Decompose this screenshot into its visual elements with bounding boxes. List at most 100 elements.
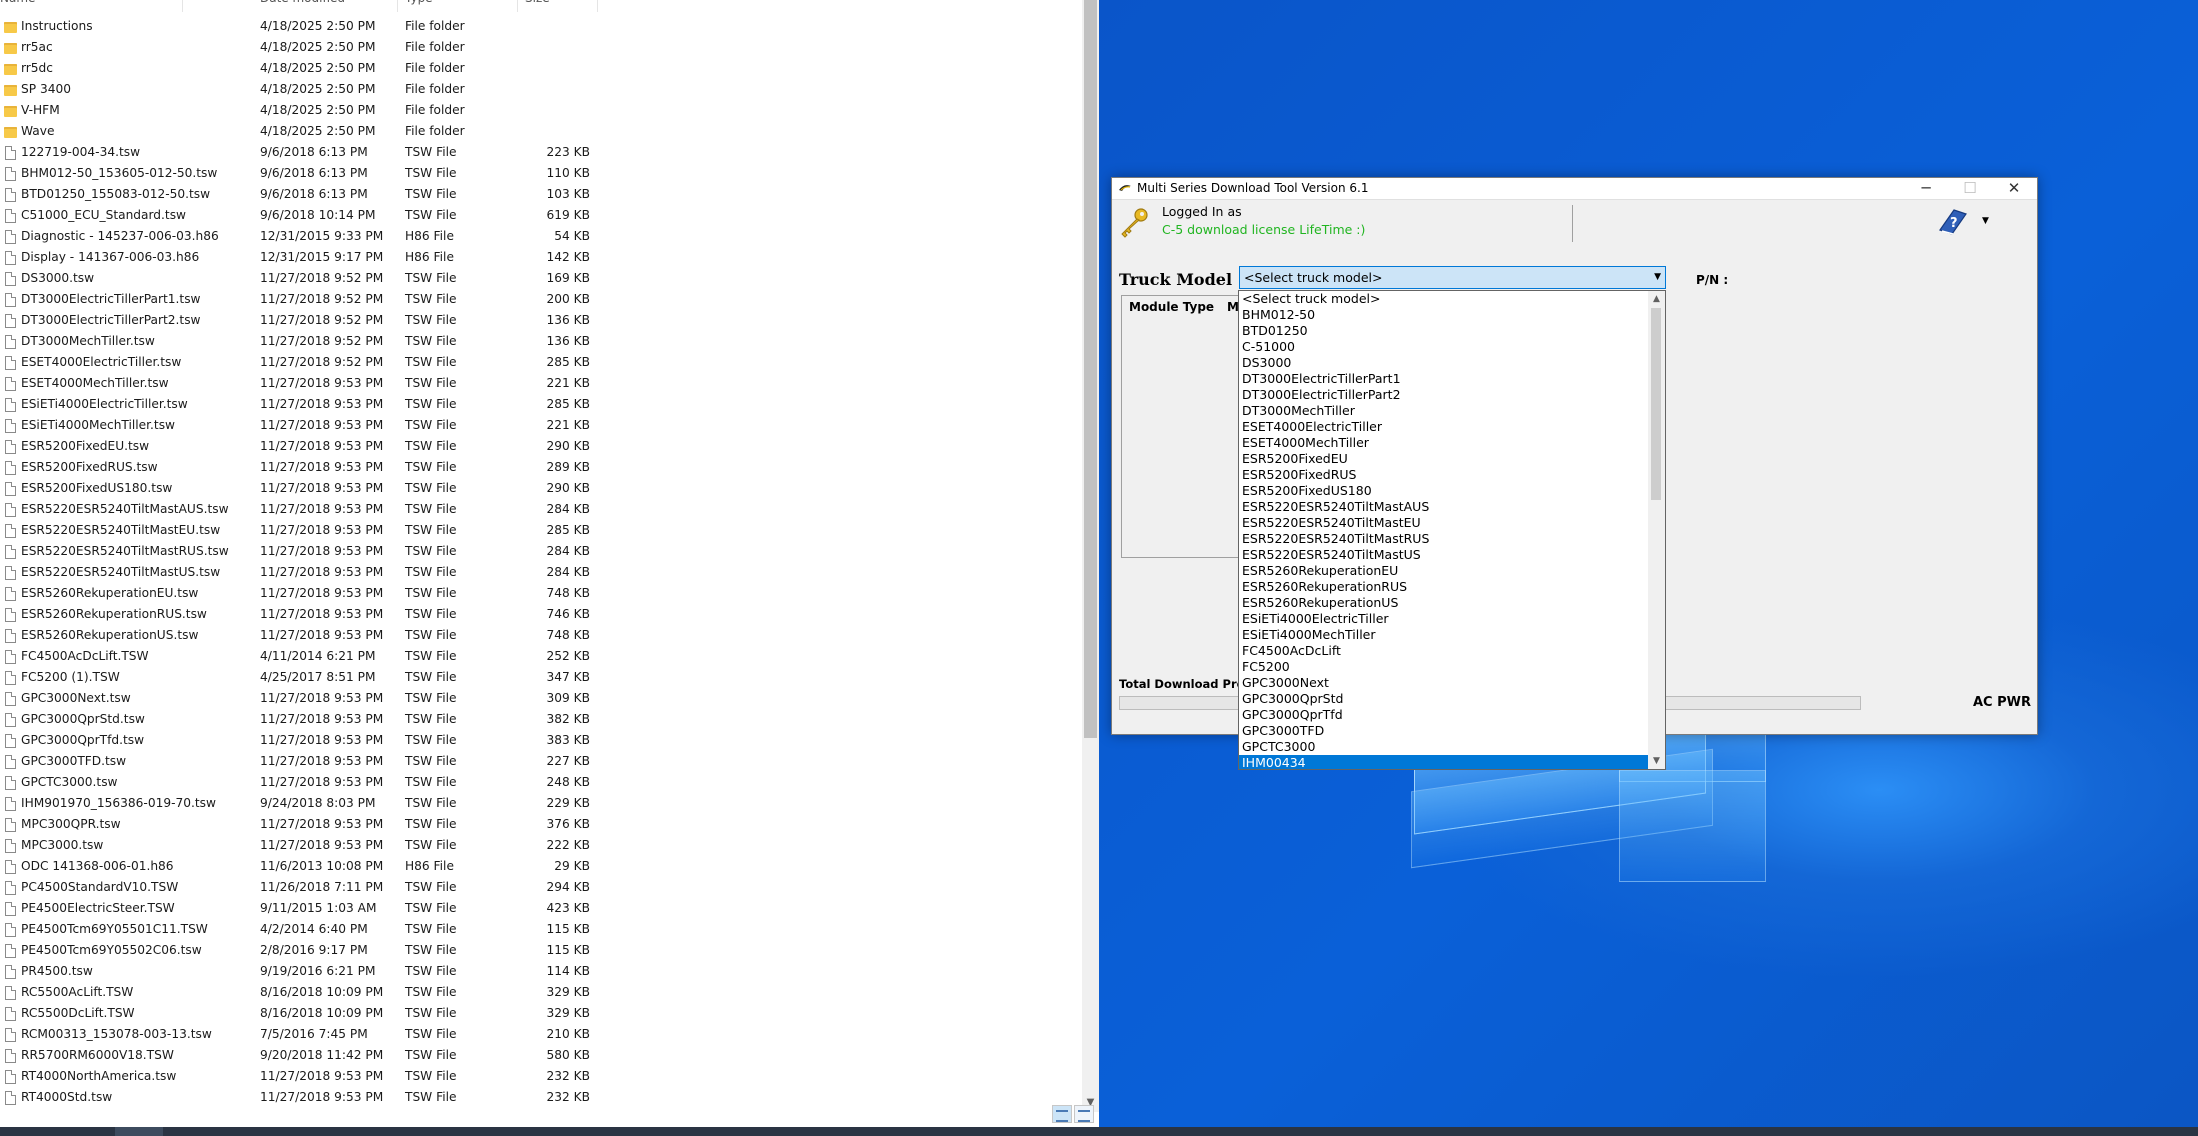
file-row[interactable]: Diagnostic - 145237-006-03.h86 12/31/2015… (0, 227, 620, 248)
file-row[interactable]: ESET4000ElectricTiller.tsw 11/27/2018 9:5… (0, 353, 620, 374)
file-row[interactable]: 122719-004-34.tsw 9/6/2018 6:13 PM TSW Fil… (0, 143, 620, 164)
truck-model-dropdown-list[interactable]: <Select truck model> BHM012-50 BTD01250 C-5… (1238, 290, 1666, 770)
file-row[interactable]: ESR5200FixedRUS.tsw 11/27/2018 9:53 PM TSW… (0, 458, 620, 479)
chevron-down-icon[interactable]: ▼ (1654, 267, 1661, 288)
file-row[interactable]: DS3000.tsw 11/27/2018 9:52 PM TSW File 169 … (0, 269, 620, 290)
vertical-scrollbar[interactable]: ▼ (1082, 0, 1099, 1112)
dropdown-option[interactable]: BHM012-50 (1239, 307, 1649, 323)
help-book-icon[interactable]: ? (1936, 206, 1970, 236)
scrollbar-thumb[interactable] (1084, 0, 1097, 738)
file-row[interactable]: SP 3400 4/18/2025 2:50 PM File folder (0, 80, 620, 101)
file-row[interactable]: ODC 141368-006-01.h86 11/6/2013 10:08 PM H… (0, 857, 620, 878)
dropdown-option[interactable]: DS3000 (1239, 355, 1649, 371)
dropdown-option[interactable]: DT3000ElectricTillerPart2 (1239, 387, 1649, 403)
file-row[interactable]: GPC3000QprStd.tsw 11/27/2018 9:53 PM TSW F… (0, 710, 620, 731)
dropdown-option[interactable]: GPCTC3000 (1239, 739, 1649, 755)
chevron-down-icon[interactable]: ▼ (1982, 216, 1989, 226)
file-row[interactable]: PE4500Tcm69Y05501C11.TSW 4/2/2014 6:40 PM… (0, 920, 620, 941)
file-row[interactable]: DT3000MechTiller.tsw 11/27/2018 9:52 PM TS… (0, 332, 620, 353)
file-row[interactable]: rr5dc 4/18/2025 2:50 PM File folder (0, 59, 620, 80)
file-row[interactable]: BTD01250_155083-012-50.tsw 9/6/2018 6:13 … (0, 185, 620, 206)
file-row[interactable]: DT3000ElectricTillerPart1.tsw 11/27/2018 … (0, 290, 620, 311)
file-row[interactable]: ESR5260RekuperationRUS.tsw 11/27/2018 9:5… (0, 605, 620, 626)
scroll-up-arrow-icon[interactable]: ▲ (1648, 291, 1665, 307)
dropdown-option[interactable]: ESR5260RekuperationRUS (1239, 579, 1649, 595)
column-divider[interactable] (517, 0, 518, 12)
dropdown-option[interactable]: ESR5220ESR5240TiltMastAUS (1239, 499, 1649, 515)
file-row[interactable]: ESR5220ESR5240TiltMastRUS.tsw 11/27/2018 … (0, 542, 620, 563)
file-row[interactable]: PC4500StandardV10.TSW 11/26/2018 7:11 PM T… (0, 878, 620, 899)
file-row[interactable]: FC5200 (1).TSW 4/25/2017 8:51 PM TSW File 3… (0, 668, 620, 689)
dropdown-option[interactable]: ESiETi4000ElectricTiller (1239, 611, 1649, 627)
dropdown-option[interactable]: DT3000ElectricTillerPart1 (1239, 371, 1649, 387)
scrollbar-thumb[interactable] (1651, 308, 1661, 500)
file-row[interactable]: MPC3000.tsw 11/27/2018 9:53 PM TSW File 222… (0, 836, 620, 857)
dropdown-option[interactable]: GPC3000QprTfd (1239, 707, 1649, 723)
taskbar-app-button[interactable] (115, 1127, 163, 1136)
dropdown-option[interactable]: ESiETi4000MechTiller (1239, 627, 1649, 643)
title-bar[interactable]: Multi Series Download Tool Version 6.1 ─… (1112, 178, 2037, 200)
large-icons-view-icon[interactable] (1074, 1105, 1094, 1123)
dropdown-option[interactable]: IHM00434 (1239, 755, 1649, 769)
file-row[interactable]: GPC3000TFD.tsw 11/27/2018 9:53 PM TSW File… (0, 752, 620, 773)
column-header-type[interactable]: Type (405, 0, 433, 9)
file-row[interactable]: Instructions 4/18/2025 2:50 PM File folder (0, 17, 620, 38)
file-row[interactable]: PE4500ElectricSteer.TSW 9/11/2015 1:03 AM… (0, 899, 620, 920)
minimize-button[interactable]: ─ (1904, 178, 1948, 199)
file-row[interactable]: RR5700RM6000V18.TSW 9/20/2018 11:42 PM TSW… (0, 1046, 620, 1067)
file-row[interactable]: RC5500AcLift.TSW 8/16/2018 10:09 PM TSW Fi… (0, 983, 620, 1004)
dropdown-option[interactable]: GPC3000TFD (1239, 723, 1649, 739)
column-header-name[interactable]: Name (0, 0, 35, 9)
dropdown-option[interactable]: ESR5220ESR5240TiltMastEU (1239, 515, 1649, 531)
dropdown-option[interactable]: ESR5200FixedRUS (1239, 467, 1649, 483)
file-row[interactable]: GPCTC3000.tsw 11/27/2018 9:53 PM TSW File 2… (0, 773, 620, 794)
file-row[interactable]: Display - 141367-006-03.h86 12/31/2015 9:… (0, 248, 620, 269)
column-header-size[interactable]: Size (525, 0, 550, 9)
dropdown-option[interactable]: ESR5260RekuperationUS (1239, 595, 1649, 611)
file-row[interactable]: RCM00313_153078-003-13.tsw 7/5/2016 7:45 … (0, 1025, 620, 1046)
dropdown-option[interactable]: FC5200 (1239, 659, 1649, 675)
file-row[interactable]: ESR5260RekuperationUS.tsw 11/27/2018 9:53… (0, 626, 620, 647)
truck-model-select[interactable]: <Select truck model> ▼ (1239, 266, 1666, 289)
dropdown-option[interactable]: FC4500AcDcLift (1239, 643, 1649, 659)
file-row[interactable]: ESiETi4000ElectricTiller.tsw 11/27/2018 9… (0, 395, 620, 416)
column-divider[interactable] (182, 0, 183, 12)
column-divider[interactable] (597, 0, 598, 12)
file-row[interactable]: ESR5220ESR5240TiltMastUS.tsw 11/27/2018 9… (0, 563, 620, 584)
dropdown-option[interactable]: ESR5220ESR5240TiltMastUS (1239, 547, 1649, 563)
dropdown-option[interactable]: ESET4000ElectricTiller (1239, 419, 1649, 435)
file-row[interactable]: GPC3000QprTfd.tsw 11/27/2018 9:53 PM TSW F… (0, 731, 620, 752)
file-row[interactable]: ESiETi4000MechTiller.tsw 11/27/2018 9:53 … (0, 416, 620, 437)
file-row[interactable]: rr5ac 4/18/2025 2:50 PM File folder (0, 38, 620, 59)
file-row[interactable]: RT4000NorthAmerica.tsw 11/27/2018 9:53 PM… (0, 1067, 620, 1088)
dropdown-option[interactable]: DT3000MechTiller (1239, 403, 1649, 419)
file-row[interactable]: PR4500.tsw 9/19/2016 6:21 PM TSW File 114 K… (0, 962, 620, 983)
dropdown-option[interactable]: ESR5220ESR5240TiltMastRUS (1239, 531, 1649, 547)
file-row[interactable]: Wave 4/18/2025 2:50 PM File folder (0, 122, 620, 143)
file-row[interactable]: ESR5260RekuperationEU.tsw 11/27/2018 9:53… (0, 584, 620, 605)
column-header-date[interactable]: Date modified (260, 0, 345, 9)
dropdown-option[interactable]: ESR5200FixedUS180 (1239, 483, 1649, 499)
dropdown-option[interactable]: <Select truck model> (1239, 291, 1649, 307)
file-row[interactable]: RC5500DcLift.TSW 8/16/2018 10:09 PM TSW Fi… (0, 1004, 620, 1025)
dropdown-option[interactable]: GPC3000Next (1239, 675, 1649, 691)
file-row[interactable]: ESR5220ESR5240TiltMastAUS.tsw 11/27/2018 … (0, 500, 620, 521)
file-row[interactable]: IHM901970_156386-019-70.tsw 9/24/2018 8:0… (0, 794, 620, 815)
column-divider[interactable] (397, 0, 398, 12)
maximize-button[interactable]: ☐ (1948, 178, 1992, 199)
dropdown-option[interactable]: ESR5200FixedEU (1239, 451, 1649, 467)
file-row[interactable]: MPC300QPR.tsw 11/27/2018 9:53 PM TSW File 3… (0, 815, 620, 836)
scroll-down-arrow-icon[interactable]: ▼ (1648, 753, 1665, 769)
close-button[interactable]: ✕ (1992, 178, 2036, 199)
file-row[interactable]: BHM012-50_153605-012-50.tsw 9/6/2018 6:13… (0, 164, 620, 185)
dropdown-option[interactable]: ESET4000MechTiller (1239, 435, 1649, 451)
file-row[interactable]: RT4000Std.tsw 11/27/2018 9:53 PM TSW File 2… (0, 1088, 620, 1109)
file-row[interactable]: V-HFM 4/18/2025 2:50 PM File folder (0, 101, 620, 122)
file-row[interactable]: DT3000ElectricTillerPart2.tsw 11/27/2018 … (0, 311, 620, 332)
file-row[interactable]: GPC3000Next.tsw 11/27/2018 9:53 PM TSW Fil… (0, 689, 620, 710)
details-view-icon[interactable] (1052, 1105, 1072, 1123)
file-row[interactable]: ESR5220ESR5240TiltMastEU.tsw 11/27/2018 9… (0, 521, 620, 542)
dropdown-option[interactable]: GPC3000QprStd (1239, 691, 1649, 707)
file-row[interactable]: ESET4000MechTiller.tsw 11/27/2018 9:53 PM… (0, 374, 620, 395)
file-row[interactable]: PE4500Tcm69Y05502C06.tsw 2/8/2016 9:17 PM… (0, 941, 620, 962)
